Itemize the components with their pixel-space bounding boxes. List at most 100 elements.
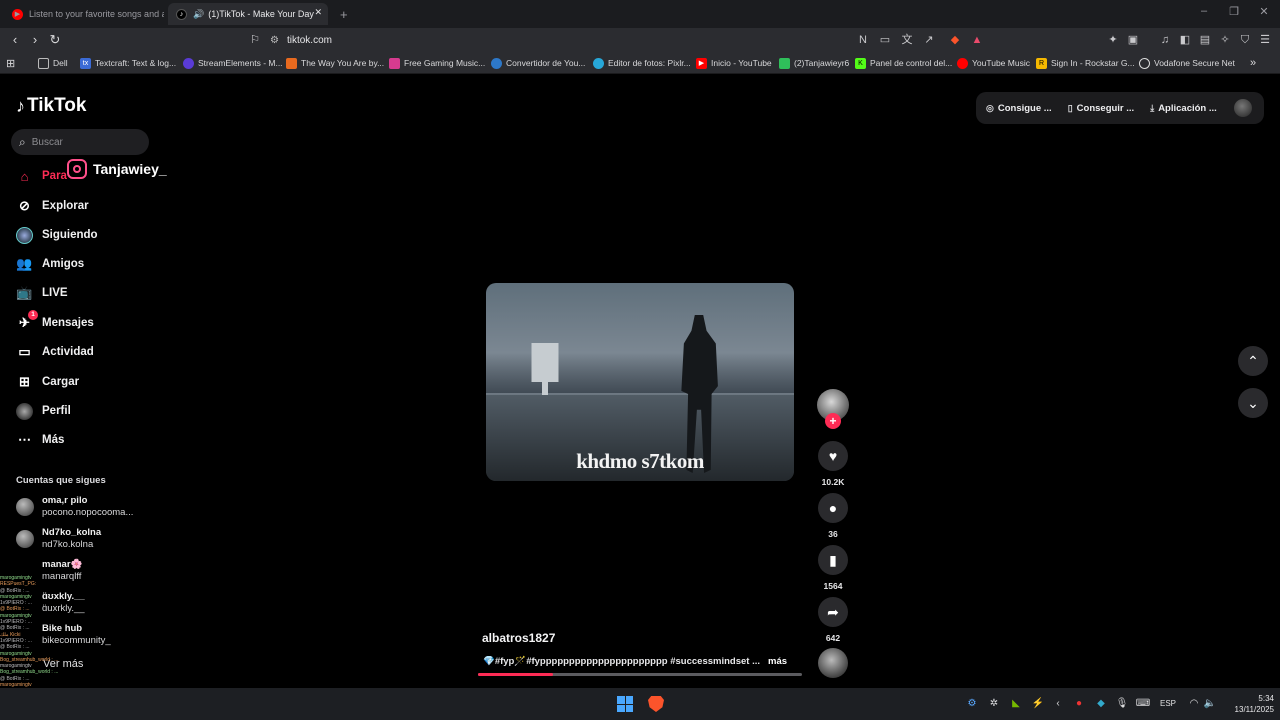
- system-clock[interactable]: 5:34 13/11/2025: [1222, 693, 1274, 715]
- share-icon[interactable]: ↗: [922, 33, 936, 47]
- avatar: [16, 530, 34, 548]
- coin-icon: ◎: [986, 102, 994, 113]
- nav-item-perfil[interactable]: Perfil: [16, 401, 71, 421]
- bookmark-kick-panel[interactable]: K Panel de control del...: [855, 56, 952, 70]
- avatar: [16, 498, 34, 516]
- site-info-icon[interactable]: ⚙: [270, 35, 279, 46]
- tray-arrow-icon[interactable]: ‹: [1050, 696, 1066, 712]
- get-app-button[interactable]: ▯ Conseguir ...: [1068, 103, 1135, 114]
- microphone-icon[interactable]: 🎙: [1114, 696, 1130, 712]
- bookmark-the-way-you-are[interactable]: The Way You Are by...: [286, 56, 384, 70]
- tab-tiktok[interactable]: ♪ 🔊 (1)TikTok - Make Your Day ✕: [168, 3, 328, 25]
- heart-icon: ♥: [818, 441, 848, 471]
- friends-icon: 👥: [16, 256, 33, 271]
- tiktok-logo[interactable]: ♪ TikTok: [16, 95, 86, 117]
- brave-shields-icon[interactable]: ◆: [948, 33, 962, 47]
- new-tab-button[interactable]: +: [332, 3, 352, 25]
- bookmark-convertidor[interactable]: Convertidor de You...: [491, 56, 585, 70]
- bookmark-streamelements[interactable]: StreamElements - M...: [183, 56, 283, 70]
- minimize-icon[interactable]: –: [1192, 5, 1216, 17]
- video-player[interactable]: khdmo s7tkom: [486, 283, 794, 481]
- get-coins-button[interactable]: ◎ Consigue ...: [986, 103, 1052, 114]
- apps-grid-icon[interactable]: ⊞: [6, 56, 15, 70]
- following-accounts-title: Cuentas que sigues: [16, 475, 106, 486]
- video-description: 💎#fyp🪄#fypppppppppppppppppppppp #success…: [483, 656, 788, 667]
- sidebar-icon[interactable]: ◧: [1178, 33, 1192, 47]
- share-button[interactable]: ➦ 642: [818, 597, 848, 643]
- language-indicator[interactable]: ESP: [1160, 699, 1176, 708]
- save-button[interactable]: ▮ 1564: [818, 545, 848, 591]
- keyboard-icon[interactable]: ⌨: [1135, 696, 1151, 712]
- wifi-icon[interactable]: ◠: [1186, 696, 1202, 712]
- extensions-icon[interactable]: ✦: [1106, 33, 1120, 47]
- comment-button[interactable]: ● 36: [818, 493, 848, 539]
- vpn-icon[interactable]: ⛉: [1238, 33, 1252, 47]
- bookmark-textcraft[interactable]: tx Textcraft: Text & log...: [80, 56, 176, 70]
- menu-icon[interactable]: ☰: [1258, 33, 1272, 47]
- reload-icon[interactable]: ↻: [46, 31, 64, 49]
- translate-icon[interactable]: 文: [900, 33, 914, 47]
- record-icon[interactable]: ●: [1071, 696, 1087, 712]
- video-author[interactable]: albatros1827: [482, 631, 555, 645]
- home-icon: ⌂: [20, 168, 29, 184]
- forward-icon[interactable]: ›: [26, 31, 44, 49]
- nav-item-cargar[interactable]: ⊞ Cargar: [16, 372, 79, 392]
- steam-icon[interactable]: ⚙: [964, 696, 980, 712]
- tray-app-icon[interactable]: ✲: [986, 696, 1002, 712]
- bookmark-free-gaming-music[interactable]: Free Gaming Music...: [389, 56, 485, 70]
- cast-icon[interactable]: ▭: [878, 33, 892, 47]
- bookmark-page-icon[interactable]: ⚐: [246, 31, 264, 49]
- bookmark-pixlr[interactable]: Editor de fotos: Pixlr...: [593, 56, 691, 70]
- bookmark-tanjawieyr6[interactable]: (2)Tanjawieyr6: [779, 56, 849, 70]
- nvidia-icon[interactable]: ◣: [1008, 696, 1024, 712]
- youtube-music-icon: [957, 57, 968, 69]
- bookmark-youtube-music[interactable]: YouTube Music: [957, 56, 1030, 70]
- nav-item-actividad[interactable]: ▭ Actividad: [16, 342, 93, 362]
- volume-icon[interactable]: 🔈: [1202, 696, 1218, 712]
- bookmark-vodafone[interactable]: Vodafone Secure Net: [1139, 56, 1235, 70]
- previous-video-button[interactable]: ⌃: [1238, 346, 1268, 376]
- media-icon[interactable]: ♫: [1158, 33, 1172, 47]
- avatar[interactable]: [1234, 99, 1252, 117]
- more-link[interactable]: más: [768, 656, 787, 667]
- restore-icon[interactable]: ❐: [1222, 5, 1246, 18]
- nav-item-para-ti[interactable]: ⌂ Para: [16, 166, 67, 186]
- nav-item-amigos[interactable]: 👥 Amigos: [16, 254, 84, 274]
- following-account-item[interactable]: Nd7ko_kolna nd7ko.kolna: [16, 526, 101, 552]
- next-video-button[interactable]: ⌄: [1238, 388, 1268, 418]
- brave-browser-icon[interactable]: [648, 696, 664, 712]
- tab-youtube-music[interactable]: ▶ Listen to your favorite songs and albu: [4, 3, 164, 25]
- nav-item-siguiendo[interactable]: Siguiendo: [16, 225, 98, 245]
- nav-item-mensajes[interactable]: ✈ 1 Mensajes: [16, 309, 94, 333]
- wallet-icon[interactable]: ▤: [1198, 33, 1212, 47]
- bookmark-rockstar[interactable]: R Sign In - Rockstar G...: [1036, 56, 1135, 70]
- desktop-app-button[interactable]: ⤓ Aplicación ...: [1150, 103, 1217, 114]
- following-account-item[interactable]: oma,r pilo pocono.nopocooma...: [16, 494, 133, 520]
- browser-toolbar: ‹ › ↻ ⚐ ⚙ tiktok.com N ▭ 文 ↗ ◆ ▲ ✦ ▣ ♫ ◧…: [0, 28, 1280, 52]
- comment-count: 36: [828, 529, 838, 539]
- reader-mode-icon[interactable]: N: [856, 33, 870, 47]
- screenshot-icon[interactable]: ▣: [1126, 33, 1140, 47]
- windows-start-icon[interactable]: [617, 696, 633, 712]
- back-icon[interactable]: ‹: [6, 31, 24, 49]
- nav-item-live[interactable]: 📺 LIVE: [16, 283, 67, 303]
- video-progress-bar[interactable]: [478, 673, 802, 676]
- network-app-icon[interactable]: ◆: [1093, 696, 1109, 712]
- close-tab-icon[interactable]: ✕: [314, 7, 322, 18]
- brave-rewards-icon[interactable]: ▲: [970, 33, 984, 47]
- more-bookmarks-icon[interactable]: »: [1250, 56, 1256, 70]
- close-window-icon[interactable]: ✕: [1252, 5, 1276, 18]
- follow-plus-icon[interactable]: +: [825, 413, 841, 429]
- search-input[interactable]: ⌕ Buscar: [11, 129, 149, 155]
- nav-item-explorar[interactable]: ⊘ Explorar: [16, 196, 89, 216]
- leo-ai-icon[interactable]: ✧: [1218, 33, 1232, 47]
- like-button[interactable]: ♥ 10.2K: [818, 441, 848, 487]
- nav-item-mas[interactable]: ⋯ Más: [16, 430, 64, 450]
- usb-icon[interactable]: ⚡: [1030, 696, 1046, 712]
- bookmark-dell[interactable]: Dell: [38, 56, 68, 70]
- music-disc-icon[interactable]: [818, 648, 848, 678]
- bookmark-youtube[interactable]: ▶ Inicio - YouTube: [696, 56, 772, 70]
- video-progress-fill: [478, 673, 553, 676]
- upload-icon: ⊞: [19, 374, 30, 389]
- tiktok-note-icon: ♪: [16, 95, 25, 116]
